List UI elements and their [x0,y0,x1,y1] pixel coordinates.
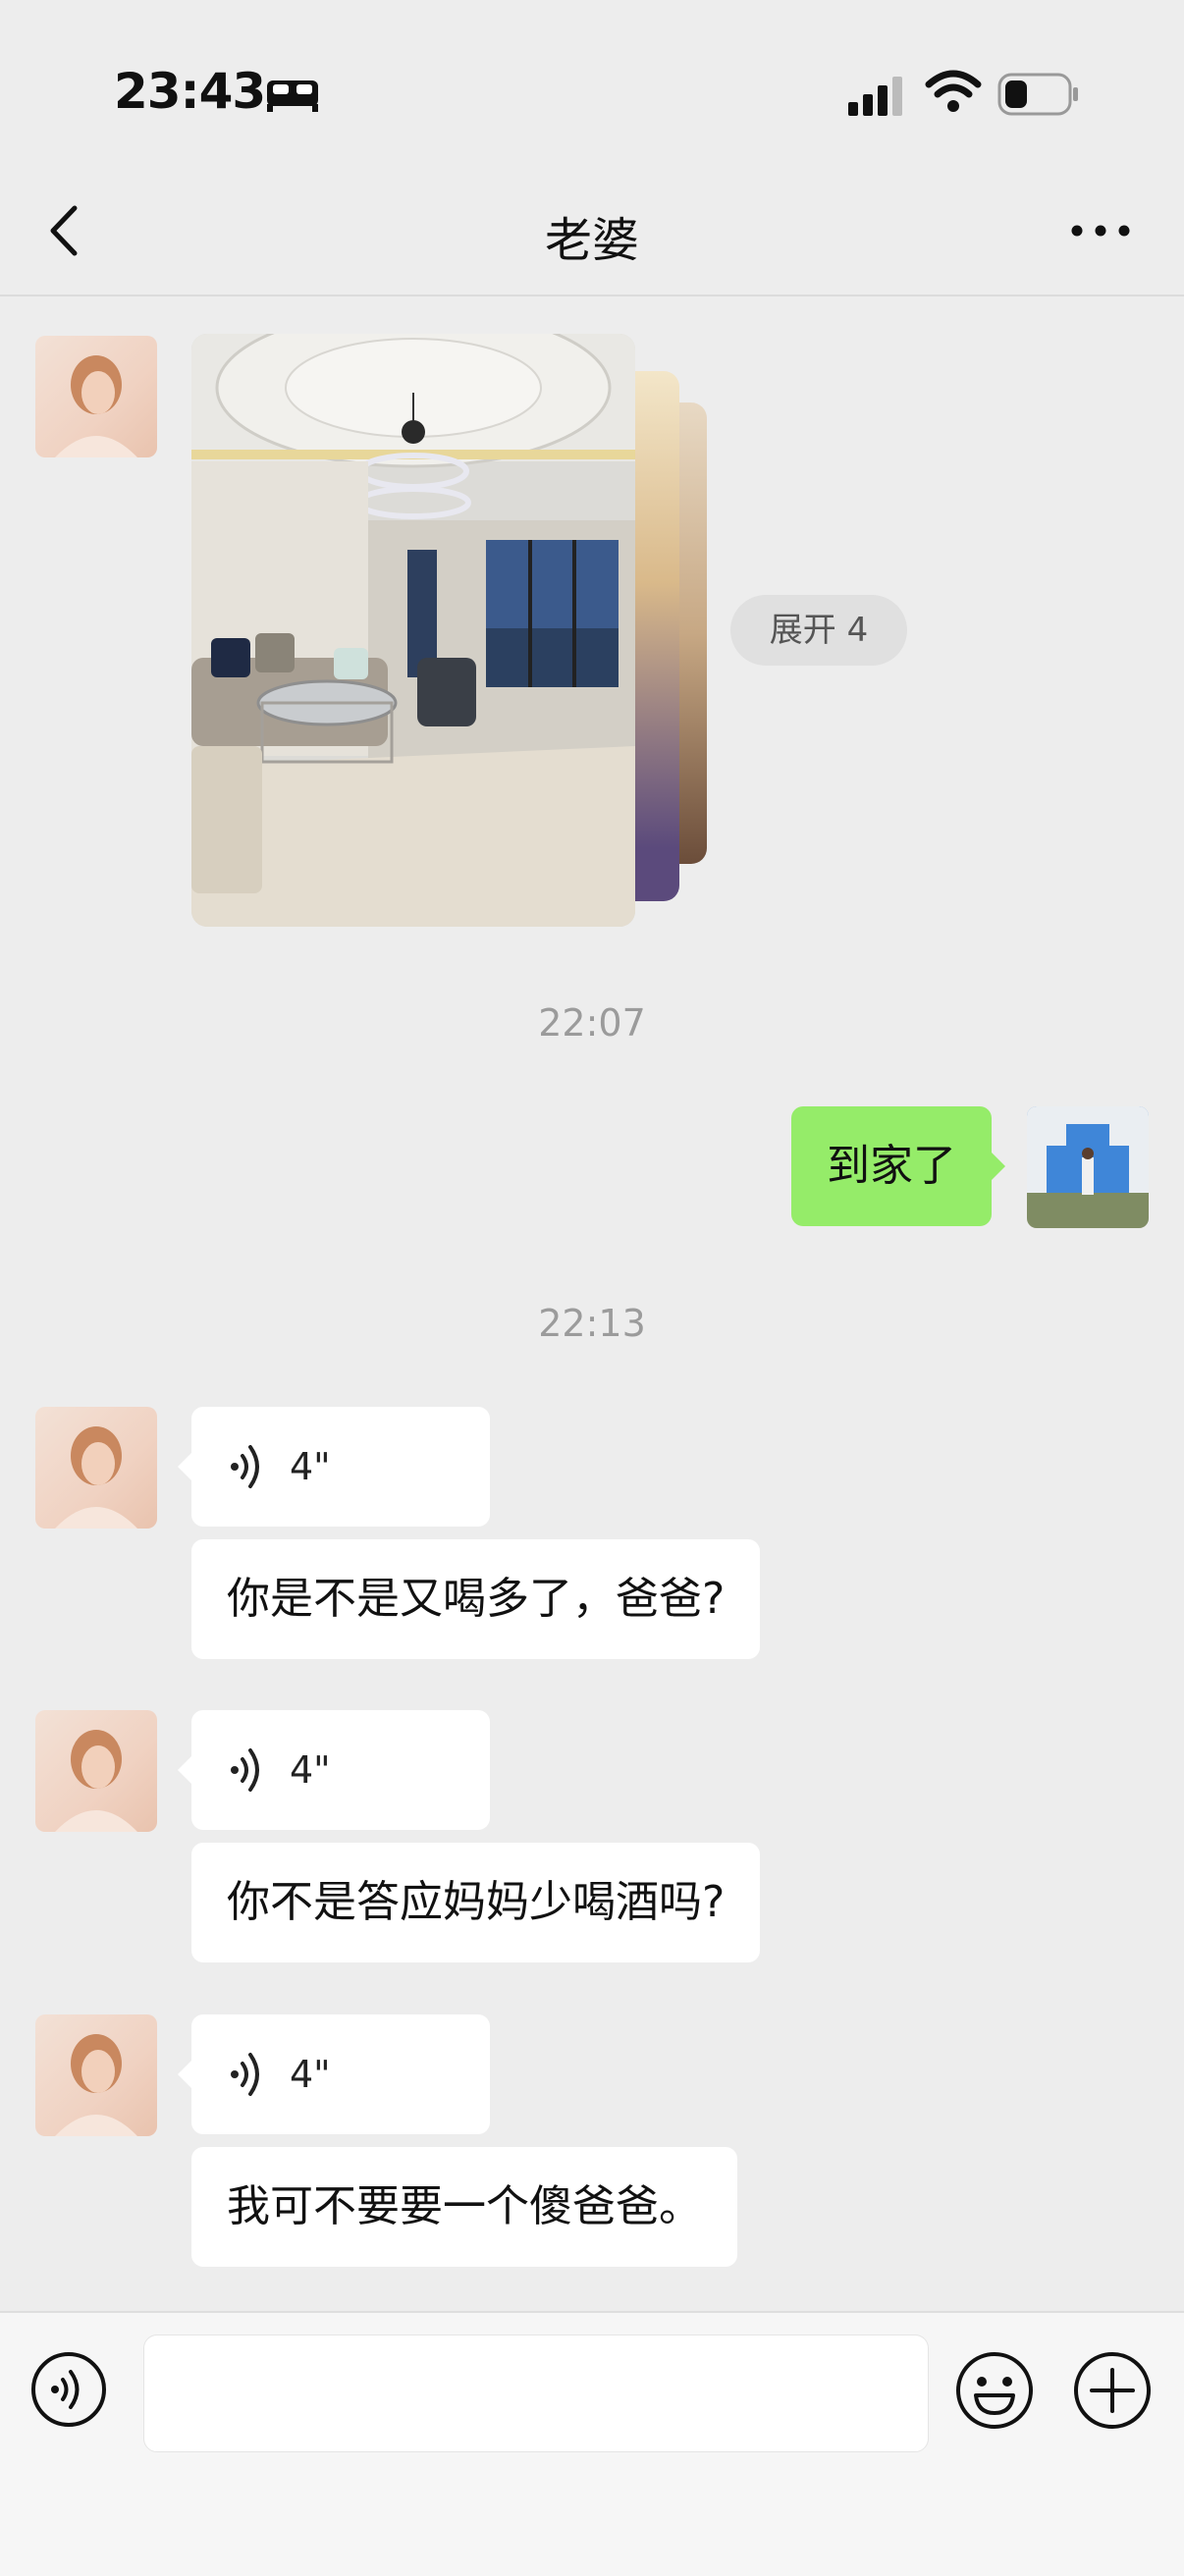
bed-icon [267,80,318,112]
received-message-bubble[interactable]: 你不是答应妈妈少喝酒吗? [191,1843,761,1962]
avatar-portrait-image [55,2034,137,2136]
received-message-bubble[interactable]: 我可不要要一个傻爸爸。 [191,2147,737,2267]
chat-title: 老婆 [544,213,639,268]
emoji-icon[interactable] [954,2350,1035,2431]
voice-duration: 4" [290,2053,331,2096]
avatar-portrait-image [55,1426,137,1529]
voice-wave-icon [231,1748,259,1792]
expand-photos-button[interactable]: 展开 4 [730,595,907,666]
avatar[interactable] [35,2014,157,2136]
bubble-tail [178,1755,192,1785]
bubble-tail [178,1452,192,1481]
wifi-icon [925,70,982,112]
voice-message-bubble[interactable]: 4" [178,2014,490,2134]
message-input[interactable] [143,2334,929,2452]
timestamp: 22:07 [538,1001,646,1045]
timestamp: 22:13 [538,1302,646,1345]
bubble-tail [991,1152,1005,1181]
battery-icon [997,73,1078,116]
voice-wave-icon [231,2053,259,2096]
avatar-photo-image [1027,1106,1149,1228]
plus-circle-icon[interactable] [1072,2350,1153,2431]
received-message-bubble[interactable]: 你是不是又喝多了，爸爸? [191,1539,761,1659]
sent-message-bubble[interactable]: 到家了 [791,1106,1005,1226]
avatar[interactable] [35,1710,157,1832]
message-text: 我可不要要一个傻爸爸。 [227,2181,702,2231]
avatar[interactable] [35,336,157,457]
bubble-tail [178,2060,192,2089]
avatar-portrait-image [55,355,137,457]
message-text: 你是不是又喝多了，爸爸? [227,1574,726,1624]
voice-toggle-icon[interactable] [29,2350,108,2429]
avatar-portrait-image [55,1730,137,1832]
my-avatar[interactable] [1027,1106,1149,1228]
message-text: 你不是答应妈妈少喝酒吗? [227,1877,726,1927]
more-options-button[interactable] [1066,206,1135,255]
avatar[interactable] [35,1407,157,1529]
voice-message-bubble[interactable]: 4" [178,1407,490,1527]
message-text: 到家了 [827,1141,956,1191]
voice-wave-icon [231,1445,259,1488]
nav-divider [0,295,1184,296]
cellular-signal-icon [848,77,902,116]
voice-duration: 4" [290,1445,331,1488]
living-room-photo[interactable] [191,334,635,927]
status-time: 23:43 [114,63,266,120]
voice-message-bubble[interactable]: 4" [178,1710,490,1830]
voice-duration: 4" [290,1748,331,1792]
